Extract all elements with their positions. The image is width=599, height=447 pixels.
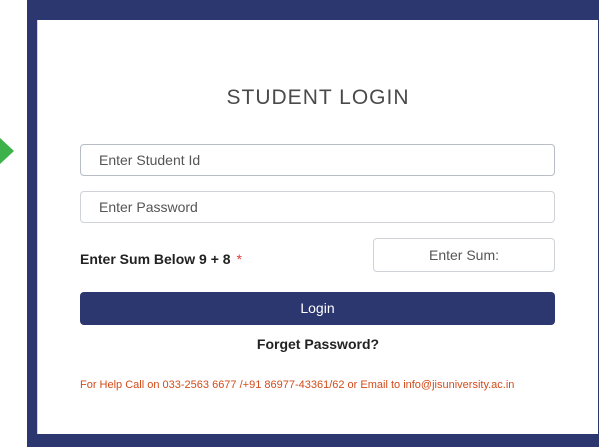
help-text: For Help Call on 033-2563 6677 /+91 8697… [80, 379, 515, 391]
password-input[interactable] [80, 191, 555, 223]
student-id-input[interactable] [80, 144, 555, 176]
forget-password-link[interactable]: Forget Password? [38, 336, 598, 352]
page-title: STUDENT LOGIN [226, 86, 410, 109]
sum-input[interactable] [373, 238, 555, 272]
page: STUDENT LOGIN Enter Sum Below 9 + 8 * Lo… [0, 0, 599, 447]
login-button[interactable]: Login [80, 292, 555, 325]
left-strip [0, 0, 27, 447]
required-mark: * [236, 251, 242, 267]
sum-label-text: Enter Sum Below 9 + 8 [80, 251, 231, 267]
login-card: STUDENT LOGIN Enter Sum Below 9 + 8 * Lo… [37, 20, 598, 434]
green-arrow-icon [0, 138, 14, 164]
sum-captcha-label: Enter Sum Below 9 + 8 * [80, 251, 242, 267]
